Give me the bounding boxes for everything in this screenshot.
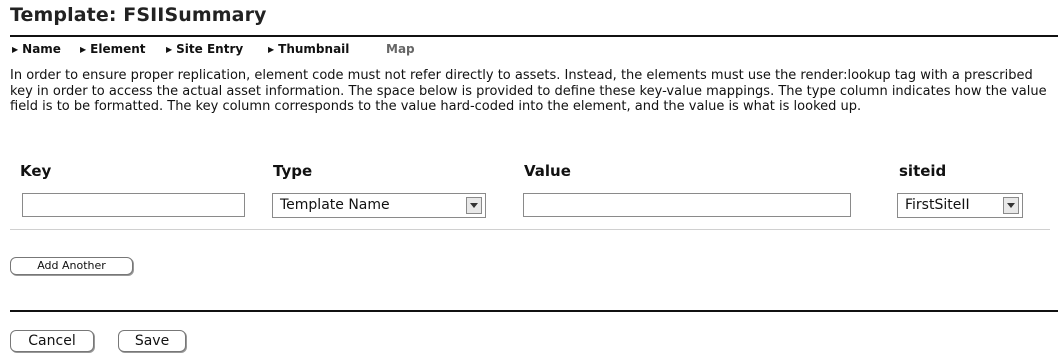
- column-header-type: Type: [273, 162, 313, 180]
- title-divider: [10, 35, 1058, 37]
- tab-element[interactable]: ▶ Element: [80, 42, 146, 56]
- description-text: In order to ensure proper replication, e…: [10, 68, 1047, 114]
- tab-thumbnail[interactable]: ▶ Thumbnail: [268, 42, 349, 56]
- add-another-button[interactable]: Add Another: [10, 257, 133, 275]
- key-input[interactable]: [22, 193, 245, 217]
- value-input[interactable]: [523, 193, 851, 217]
- column-header-key: Key: [20, 162, 52, 180]
- chevron-down-icon[interactable]: [466, 197, 482, 214]
- cancel-button[interactable]: Cancel: [10, 330, 94, 352]
- triangle-right-icon: ▶: [166, 45, 173, 54]
- column-header-value: Value: [524, 162, 571, 180]
- footer-divider: [10, 310, 1058, 312]
- tab-name[interactable]: ▶ Name: [12, 42, 61, 56]
- triangle-right-icon: ▶: [80, 45, 87, 54]
- triangle-right-icon: ▶: [268, 45, 275, 54]
- type-select-value: Template Name: [280, 197, 390, 213]
- siteid-select[interactable]: FirstSiteII: [897, 193, 1023, 218]
- type-select[interactable]: Template Name: [272, 193, 486, 218]
- triangle-right-icon: ▶: [12, 45, 19, 54]
- siteid-select-value: FirstSiteII: [905, 197, 970, 213]
- row-divider: [10, 229, 1050, 230]
- page-title: Template: FSIISummary: [10, 4, 267, 26]
- tab-map: Map: [386, 42, 415, 56]
- chevron-down-icon[interactable]: [1003, 197, 1019, 214]
- save-button[interactable]: Save: [118, 330, 186, 352]
- tab-site-entry[interactable]: ▶ Site Entry: [166, 42, 243, 56]
- template-map-page: Template: FSIISummary ▶ Name ▶ Element ▶ Si…: [0, 0, 1058, 353]
- column-header-siteid: siteid: [899, 162, 947, 180]
